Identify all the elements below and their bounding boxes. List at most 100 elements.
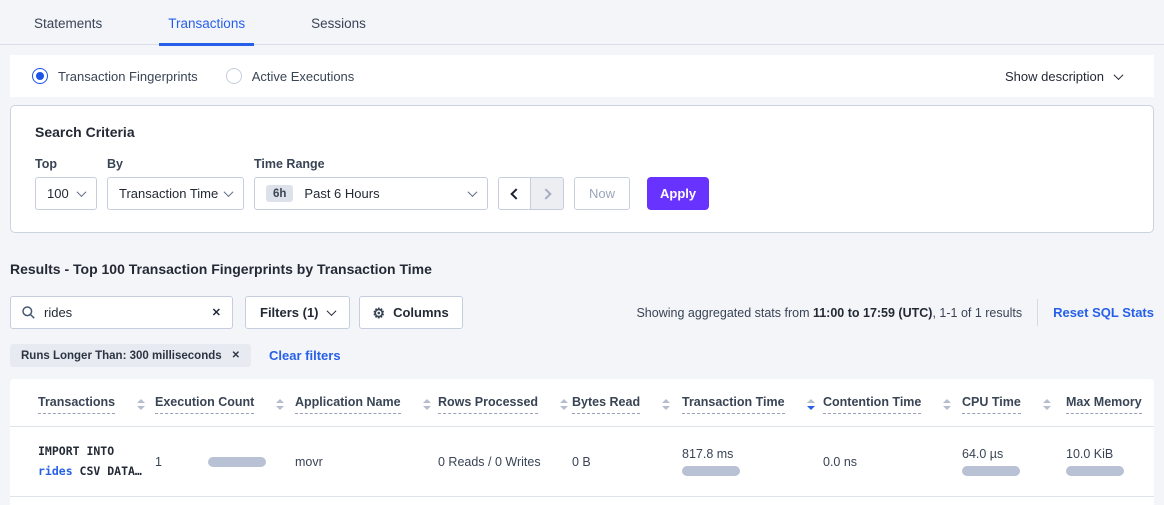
time-range-value: Past 6 Hours [304,186,379,201]
column-header-contention-time[interactable]: Contention Time [823,395,951,414]
clear-search-icon[interactable]: ✕ [212,306,221,319]
filter-chip-runs-longer-than[interactable]: Runs Longer Than: 300 milliseconds ✕ [10,344,251,367]
sort-icons [943,399,951,410]
cpu-time-cell: 64.0 µs [962,447,1066,476]
now-button[interactable]: Now [574,177,630,210]
tab-statements[interactable]: Statements [25,16,111,46]
transaction-time-bar [682,466,740,476]
chevron-down-icon [468,187,478,197]
top-label: Top [35,157,97,171]
by-label: By [107,157,244,171]
max-memory-cell: 10.0 KiB [1066,447,1154,476]
by-select-value: Transaction Time [119,186,218,201]
chevron-down-icon [326,306,336,316]
filters-button[interactable]: Filters (1) [245,296,350,329]
tab-sessions[interactable]: Sessions [302,16,375,46]
sort-icons [1043,399,1051,410]
results-table-card: Transactions Execution Count Application… [10,379,1154,505]
transaction-time-cell: 817.8 ms [682,447,823,476]
radio-transaction-fingerprints[interactable]: Transaction Fingerprints [32,68,198,84]
application-name-value: movr [295,455,323,469]
search-criteria-card: Search Criteria Top 100 By Transaction T… [10,105,1154,233]
column-header-transactions[interactable]: Transactions [38,395,145,414]
tab-transactions[interactable]: Transactions [159,16,254,46]
page-tabs: Statements Transactions Sessions [0,0,1164,45]
columns-button-label: Columns [393,305,449,320]
radio-label: Active Executions [252,69,355,84]
columns-button[interactable]: ⚙ Columns [359,296,463,329]
contention-time-value: 0.0 ns [823,455,857,469]
search-criteria-title: Search Criteria [35,124,1129,140]
chevron-down-icon [77,187,87,197]
vertical-divider [1037,299,1038,326]
chevron-down-icon [224,187,234,197]
cpu-time-bar [962,466,1020,476]
column-header-cpu-time[interactable]: CPU Time [962,395,1051,414]
active-filters-row: Runs Longer Than: 300 milliseconds ✕ Cle… [10,344,1154,367]
sort-icons [662,399,670,410]
bytes-read-value: 0 B [572,455,591,469]
apply-button[interactable]: Apply [647,177,709,210]
top-select[interactable]: 100 [35,177,97,210]
table-row: IMPORT INTO rides CSV DATA… 1 movr 0 Rea… [10,427,1154,497]
clear-filters-link[interactable]: Clear filters [269,348,341,363]
transaction-fingerprint-link[interactable]: IMPORT INTO rides CSV DATA… [38,442,155,481]
cpu-time-value: 64.0 µs [962,447,1066,461]
previous-time-window-button[interactable] [498,177,531,210]
column-header-rows-processed[interactable]: Rows Processed [438,395,568,414]
execution-count-bar [208,457,266,467]
column-header-application-name[interactable]: Application Name [295,395,431,414]
search-match-highlight: rides [38,464,73,478]
chevron-down-icon [1114,70,1124,80]
show-description-label: Show description [1005,69,1104,84]
time-range-field: Time Range 6h Past 6 Hours [254,157,488,210]
transaction-time-value: 817.8 ms [682,447,823,461]
sort-icons [560,399,568,410]
by-field: By Transaction Time [107,157,244,210]
chevron-left-icon [510,188,521,199]
radio-active-executions[interactable]: Active Executions [226,68,355,84]
by-select[interactable]: Transaction Time [107,177,244,210]
sort-icons [137,399,145,410]
execution-count-value: 1 [155,455,162,469]
reset-sql-stats-link[interactable]: Reset SQL Stats [1053,305,1154,320]
search-icon [22,306,35,319]
time-range-select[interactable]: 6h Past 6 Hours [254,177,488,210]
chevron-right-icon [540,188,551,199]
filter-chip-label: Runs Longer Than: 300 milliseconds [21,350,222,362]
time-range-badge: 6h [266,185,293,202]
rows-processed-value: 0 Reads / 0 Writes [438,455,541,469]
remove-filter-icon[interactable]: ✕ [232,350,240,361]
aggregated-stats-text: Showing aggregated stats from 11:00 to 1… [636,306,1022,320]
time-range-label: Time Range [254,157,488,171]
gear-icon: ⚙ [373,306,386,320]
max-memory-value: 10.0 KiB [1066,447,1154,461]
execution-count-cell: 1 [155,455,295,469]
next-time-window-button-disabled[interactable] [531,177,564,210]
radio-selected-icon [32,68,48,84]
max-memory-bar [1066,466,1124,476]
transactions-table: Transactions Execution Count Application… [10,379,1154,497]
table-header-row: Transactions Execution Count Application… [10,379,1154,427]
view-mode-bar: Transaction Fingerprints Active Executio… [10,55,1154,97]
column-header-execution-count[interactable]: Execution Count [155,395,284,414]
radio-unselected-icon [226,68,242,84]
top-select-value: 100 [47,186,69,201]
results-heading: Results - Top 100 Transaction Fingerprin… [10,261,1154,277]
column-header-transaction-time[interactable]: Transaction Time [682,395,815,414]
radio-label: Transaction Fingerprints [58,69,198,84]
top-field: Top 100 [35,157,97,210]
results-controls: ✕ Filters (1) ⚙ Columns Showing aggregat… [10,296,1154,329]
column-header-max-memory[interactable]: Max Memory [1066,395,1164,414]
search-input[interactable] [44,305,203,320]
filters-button-label: Filters (1) [260,305,319,320]
column-header-bytes-read[interactable]: Bytes Read [572,395,670,414]
sort-icons [276,399,284,410]
sort-icons-active-desc [807,399,815,410]
results-search-box[interactable]: ✕ [10,296,233,329]
stats-time-range: 11:00 to 17:59 (UTC) [813,306,932,320]
search-criteria-form: Top 100 By Transaction Time Time Range 6… [35,157,1129,210]
sort-icons [423,399,431,410]
show-description-toggle[interactable]: Show description [1005,69,1122,84]
time-window-arrows [498,177,564,210]
